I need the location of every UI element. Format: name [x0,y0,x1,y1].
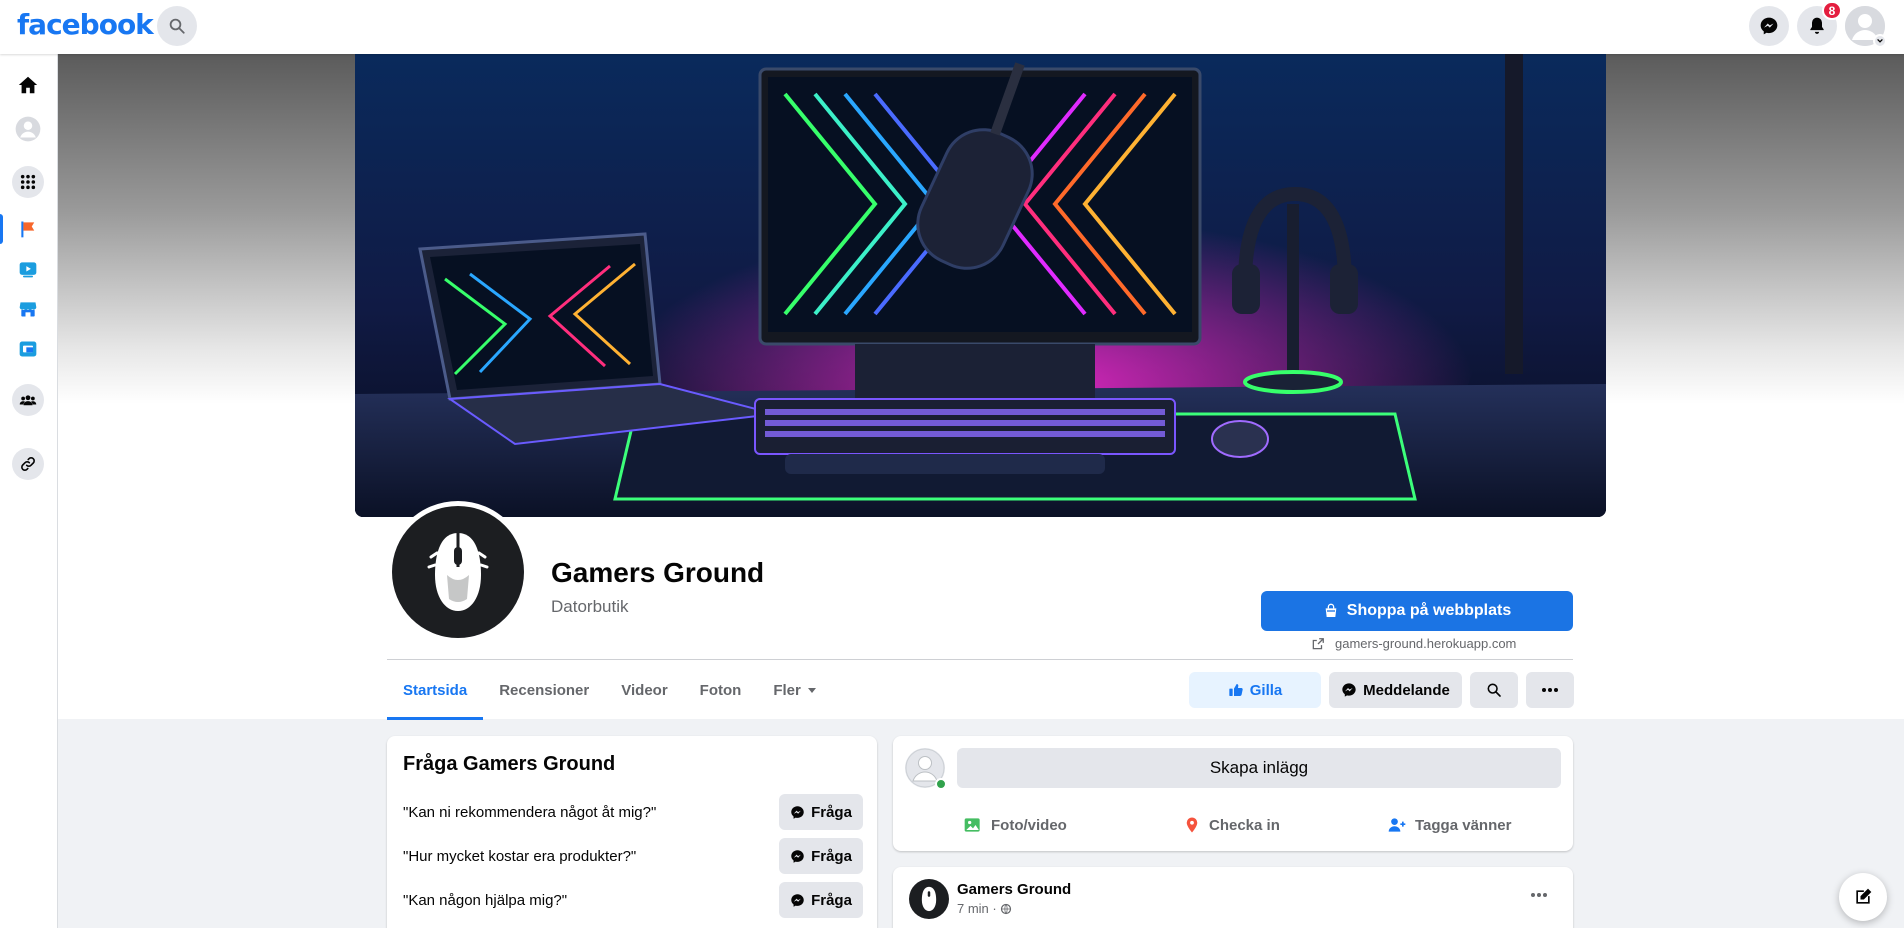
globe-icon [1000,903,1011,914]
photo-video-button[interactable]: Foto/video [963,805,1067,845]
list-item: "Hur mycket kostar era produkter?" Fråga [403,838,863,874]
page-search-button[interactable] [1470,672,1518,708]
ask-question: "Hur mycket kostar era produkter?" [403,847,637,865]
list-item: "Kan ni rekommendera något åt mig?" Fråg… [403,794,863,830]
facebook-logo[interactable]: facebook [17,8,154,41]
tab-videor[interactable]: Videor [605,660,683,720]
search-icon [169,18,185,34]
post-author[interactable]: Gamers Ground [957,881,1071,898]
tab-more[interactable]: Fler [757,660,833,720]
tab-startsida[interactable]: Startsida [387,660,484,720]
home-icon[interactable] [9,66,47,104]
website-url: gamers-ground.herokuapp.com [1335,636,1517,651]
ask-button[interactable]: Fråga [779,794,863,830]
left-rail [0,54,58,928]
ask-question: "Kan ni rekommendera något åt mig?" [403,803,657,821]
search-icon [1487,683,1501,697]
top-bar: facebook 8 [0,0,1904,54]
post-card: Gamers Ground 7 min · [893,867,1573,928]
messenger-icon [1760,17,1778,35]
ask-button[interactable]: Fråga [779,882,863,918]
messenger-icon [791,893,804,907]
thumbs-up-icon [1229,684,1243,696]
shopping-bag-icon [1325,603,1337,617]
caret-down-icon [807,688,816,693]
tag-friends-button[interactable]: Tagga vänner [1387,805,1511,845]
post-meta: 7 min · [957,901,1012,916]
account-avatar[interactable] [1845,6,1887,48]
check-in-button[interactable]: Checka in [1183,805,1280,845]
apps-grid-icon[interactable] [12,166,44,198]
notifications-button[interactable]: 8 [1797,1,1842,46]
shop-website-button[interactable]: Shoppa på webbplats [1261,591,1573,631]
tab-foton[interactable]: Foton [684,660,758,720]
messenger-icon [791,805,804,819]
create-post-input[interactable]: Skapa inlägg [957,748,1561,788]
external-link-icon [1312,637,1324,649]
list-item: "Kan någon hjälpa mig?" Fråga [403,882,863,918]
like-button[interactable]: Gilla [1189,672,1321,708]
tag-friends-icon [1388,818,1406,832]
online-status-dot [935,778,947,790]
create-post-card: Skapa inlägg Foto/video Checka in Tagga … [893,736,1573,851]
page-tabs: Startsida Recensioner Videor Foton Fler [387,660,833,720]
shop-button-label: Shoppa på webbplats [1346,602,1512,619]
messenger-icon [791,849,804,863]
search-button[interactable] [157,6,197,46]
chevron-down-icon [1873,34,1887,48]
compose-icon [1856,888,1872,904]
messenger-icon [1342,683,1356,697]
avatar[interactable] [909,879,949,919]
more-horizontal-icon [1542,688,1558,692]
ask-card-title: Fråga Gamers Ground [403,753,616,775]
website-link[interactable]: gamers-ground.herokuapp.com [1311,636,1516,651]
page-title: Gamers Ground [551,557,765,588]
mouse-logo-icon [921,886,937,912]
profile-picture[interactable] [387,501,529,643]
groups-icon[interactable] [12,384,44,416]
gaming-icon[interactable] [9,330,47,368]
more-horizontal-icon [1531,893,1547,897]
post-options-button[interactable] [1521,877,1557,913]
link-icon[interactable] [12,448,44,480]
ask-button[interactable]: Fråga [779,838,863,874]
mouse-logo-icon [427,533,489,611]
pages-flag-icon[interactable] [9,210,47,248]
messenger-button[interactable] [1749,6,1789,46]
new-message-button[interactable] [1839,873,1887,921]
notification-badge: 8 [1822,1,1842,20]
watch-icon[interactable] [9,250,47,288]
page-category[interactable]: Datorbutik [551,597,628,617]
location-pin-icon [1186,817,1198,833]
bell-icon [1810,17,1824,34]
cover-photo[interactable] [355,54,1606,517]
profile-icon[interactable] [9,110,47,148]
photo-icon [964,818,980,832]
ask-card: Fråga Gamers Ground "Kan ni rekommendera… [387,736,877,928]
tab-recensioner[interactable]: Recensioner [483,660,605,720]
message-button[interactable]: Meddelande [1329,672,1462,708]
rail-active-indicator [0,214,3,244]
marketplace-icon[interactable] [9,290,47,328]
ask-question: "Kan någon hjälpa mig?" [403,891,568,909]
more-options-button[interactable] [1526,672,1574,708]
post-time[interactable]: 7 min · [957,901,997,916]
